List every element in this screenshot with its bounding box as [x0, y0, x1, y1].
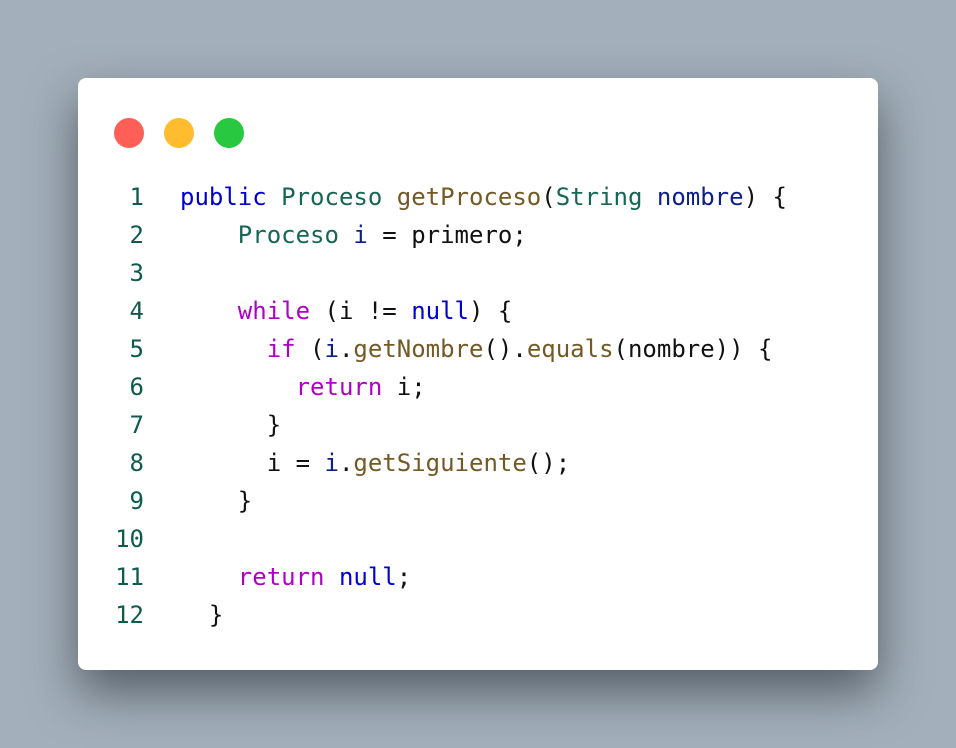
line-number: 5 [129, 335, 144, 363]
code-line: 6 return i; [78, 368, 878, 406]
code-token: return [237, 563, 325, 591]
code-token: String [555, 183, 643, 211]
code-token: Proceso [237, 221, 339, 249]
code-token: ( [541, 183, 556, 211]
line-source: while (i != null) { [180, 292, 513, 330]
code-line: 12 } [78, 596, 878, 634]
code-token: while [237, 297, 311, 325]
code-token: getNombre [353, 335, 484, 363]
close-dot-icon[interactable] [114, 118, 144, 148]
window-controls [114, 118, 244, 148]
code-token: } [180, 411, 282, 439]
code-token: (i != [310, 297, 412, 325]
code-token: public [180, 183, 267, 211]
code-line: 1 public Proceso getProceso(String nombre… [78, 178, 878, 216]
code-token: (). [483, 335, 527, 363]
code-line: 2 Proceso i = primero; [78, 216, 878, 254]
line-source: } [180, 596, 223, 634]
line-number: 8 [129, 449, 144, 477]
code-token: ) { [469, 297, 513, 325]
line-source: return null; [180, 558, 411, 596]
line-source: return i; [180, 368, 426, 406]
line-number: 11 [115, 563, 144, 591]
line-source: public Proceso getProceso(String nombre)… [180, 178, 787, 216]
line-source: } [180, 482, 252, 520]
code-window: 1 public Proceso getProceso(String nombre… [78, 78, 878, 670]
code-block: 1 public Proceso getProceso(String nombre… [78, 178, 878, 634]
code-token: if [266, 335, 296, 363]
code-token: getSiguiente [353, 449, 527, 477]
maximize-dot-icon[interactable] [214, 118, 244, 148]
line-number: 12 [115, 601, 144, 629]
code-token: . [338, 449, 354, 477]
code-token: i [353, 221, 368, 249]
line-number: 10 [115, 525, 144, 553]
code-token: (nombre)) { [613, 335, 773, 363]
code-token: ( [295, 335, 325, 363]
line-number: 7 [129, 411, 144, 439]
code-line: 8 i = i.getSiguiente(); [78, 444, 878, 482]
code-token: = primero; [367, 221, 527, 249]
code-line: 4 while (i != null) { [78, 292, 878, 330]
line-number: 6 [129, 373, 144, 401]
minimize-dot-icon[interactable] [164, 118, 194, 148]
line-number: 3 [129, 259, 144, 287]
code-token: i [324, 449, 339, 477]
code-token: equals [526, 335, 614, 363]
code-line: 9 } [78, 482, 878, 520]
code-token: i = [180, 449, 325, 477]
code-token: null [411, 297, 469, 325]
code-token: . [338, 335, 354, 363]
code-line: 10 [78, 520, 878, 558]
line-number: 9 [129, 487, 144, 515]
code-token: null [338, 563, 397, 591]
line-number: 1 [129, 183, 144, 211]
code-line: 5 if (i.getNombre().equals(nombre)) { [78, 330, 878, 368]
line-number: 4 [129, 297, 144, 325]
code-token: ) { [743, 183, 787, 211]
code-token: i [324, 335, 339, 363]
code-token: ; [396, 563, 412, 591]
line-source: Proceso i = primero; [180, 216, 527, 254]
code-line: 7 } [78, 406, 878, 444]
code-token: (); [526, 449, 571, 477]
code-line: 11 return null; [78, 558, 878, 596]
line-source: i = i.getSiguiente(); [180, 444, 570, 482]
line-source: } [180, 406, 281, 444]
line-source: if (i.getNombre().equals(nombre)) { [180, 330, 773, 368]
code-token: getProceso [396, 183, 542, 211]
code-token: } [180, 487, 253, 515]
code-line: 3 [78, 254, 878, 292]
code-token: return [295, 373, 383, 401]
code-token: } [180, 601, 224, 629]
code-token: nombre [656, 183, 744, 211]
line-number: 2 [129, 221, 144, 249]
code-token: i; [382, 373, 426, 401]
code-token: Proceso [281, 183, 383, 211]
